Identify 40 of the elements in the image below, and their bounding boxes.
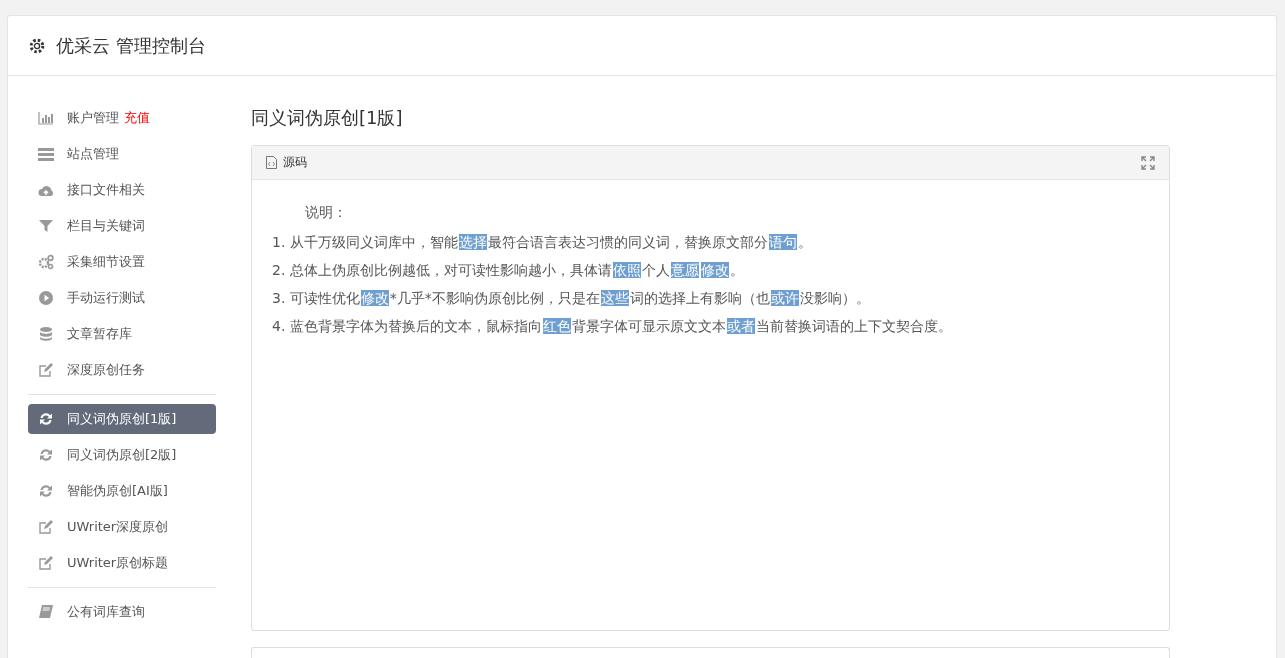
refresh-icon — [38, 483, 54, 499]
refresh-icon — [38, 447, 54, 463]
sidebar-item[interactable]: UWriter原创标题 — [28, 548, 216, 578]
database-icon — [38, 326, 54, 342]
sidebar-item[interactable]: 账户管理 充值 — [28, 103, 216, 133]
book-icon — [38, 604, 54, 620]
sidebar-item[interactable]: 接口文件相关 — [28, 175, 216, 205]
sidebar-item[interactable]: UWriter深度原创 — [28, 512, 216, 542]
recharge-link[interactable]: 充值 — [124, 109, 150, 127]
play-icon — [38, 290, 54, 306]
edit-icon — [38, 555, 54, 571]
gears-icon — [38, 254, 54, 270]
server-icon — [38, 146, 54, 162]
sidebar-item[interactable]: 站点管理 — [28, 139, 216, 169]
settings-icon — [28, 36, 46, 55]
sidebar-item[interactable]: 深度原创任务 — [28, 355, 216, 385]
menu-label: 账户管理 — [67, 109, 119, 127]
sidebar-item[interactable]: 同义词伪原创[1版] — [28, 404, 216, 434]
edit-icon — [38, 362, 54, 378]
sidebar-item[interactable]: 手动运行测试 — [28, 283, 216, 313]
page-title: 同义词伪原创[1版] — [251, 106, 404, 130]
sidebar-item[interactable]: 智能伪原创[AI版] — [28, 476, 216, 506]
code-file-icon — [266, 156, 277, 169]
description-line: 4. 蓝色背景字体为替换后的文本，鼠标指向 红色背景字体可显示原文文本或者当前替换词语的上下文契合度。 — [272, 317, 952, 336]
description-line: 2. 总体上伪原创比例越低，对可读性影响越小，具体请依照个人意愿修改。 — [272, 261, 744, 280]
source-tab[interactable]: 源码 — [266, 154, 307, 171]
sidebar-item[interactable]: 采集细节设置 — [28, 247, 216, 277]
sidebar-item[interactable]: 文章暂存库 — [28, 319, 216, 349]
description-line: 1. 从千万级同义词库中，智能选择最符合语言表达习惯的同义词，替换原文部分语句。 — [272, 233, 812, 252]
description-line: 3. 可读性优化修改*几乎*不影响伪原创比例，只是在这些词的选择上有影响（也或许没影响）。 — [272, 289, 870, 308]
sidebar-item[interactable]: 同义词伪原创[2版] — [28, 440, 216, 470]
sidebar-item[interactable]: 公有词库查询 — [28, 597, 216, 627]
description-heading: 说明： — [305, 204, 347, 222]
bar-chart-icon — [38, 110, 54, 126]
refresh-icon — [38, 411, 54, 427]
filter-icon — [38, 218, 54, 234]
app-title: 优采云 管理控制台 — [56, 33, 206, 58]
sidebar-item[interactable]: 栏目与关键词 — [28, 211, 216, 241]
fullscreen-icon[interactable] — [1141, 155, 1155, 170]
edit-icon — [38, 519, 54, 535]
